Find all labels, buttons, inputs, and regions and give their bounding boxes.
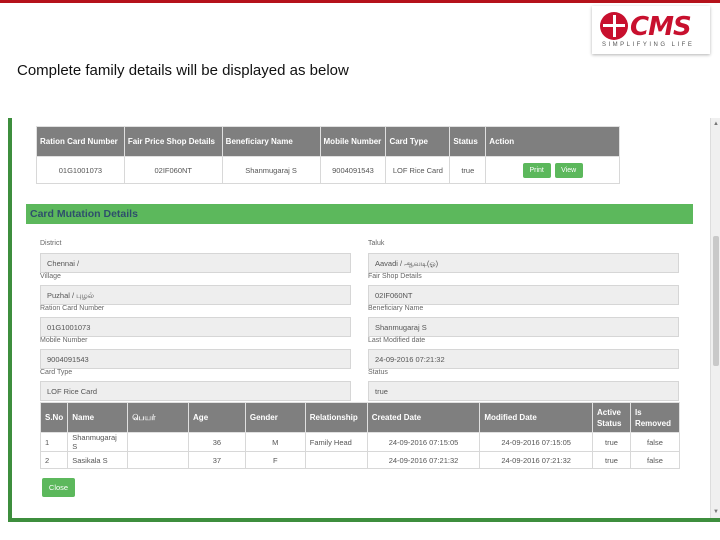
col-fair-price-shop: Fair Price Shop Details [123,126,223,157]
col-action: Action [485,126,620,157]
cell-mobile-number: 9004091543 [319,156,387,184]
col-beneficiary-name: Beneficiary Name [221,126,321,157]
cell-name: Sasikala S [67,451,129,469]
cell-modified-date: 24-09-2016 07:21:32 [479,451,593,469]
col-mobile-number: Mobile Number [319,126,387,157]
cell-name-tamil [127,432,190,452]
cms-logo: CMS SIMPLIFYING LIFE [592,6,710,54]
fair-shop-label: Fair Shop Details [368,273,422,280]
cell-action: Print View [485,156,620,184]
frame-bottom-border [8,518,720,522]
village-label: Village [40,273,61,280]
col-age: Age [188,402,246,433]
cms-logo-tagline: SIMPLIFYING LIFE [602,42,695,48]
cell-name-tamil [127,451,190,469]
col-relationship: Relationship [304,402,368,433]
scroll-up-icon[interactable]: ▲ [712,120,720,128]
cell-created-date: 24-09-2016 07:15:05 [366,432,481,452]
slide-caption: Complete family details will be displaye… [17,62,349,79]
mobile-label: Mobile Number [40,337,88,344]
cell-is-removed: false [629,451,681,469]
col-name-tamil: பெயர் [127,402,190,433]
col-status: Status [449,126,487,157]
cell-fair-price-shop: 02IF060NT [123,156,223,184]
table-row: 2 Sasikala S 37 F 24-09-2016 07:21:32 24… [39,451,681,469]
ration-card-label: Ration Card Number [40,305,105,312]
cell-gender: M [244,432,306,452]
cell-active-status: true [591,451,631,469]
district-field[interactable]: Chennai / [40,253,351,273]
cell-age: 37 [188,451,246,469]
cell-relationship [304,451,368,469]
cms-logo-mark-icon [600,12,628,40]
cell-age: 36 [188,432,246,452]
scrollbar-thumb[interactable] [713,236,719,366]
col-created-date: Created Date [366,402,481,433]
cell-card-type: LOF Rice Card [385,156,451,184]
fair-shop-field[interactable]: 02IF060NT [368,285,679,305]
cell-sno: 2 [39,451,69,469]
table-row: 01G1001073 02IF060NT Shanmugaraj S 90040… [36,156,620,184]
col-name: Name [67,402,129,433]
cell-is-removed: false [629,432,681,452]
card-search-table: Ration Card Number Fair Price Shop Detai… [36,126,620,184]
close-button[interactable]: Close [42,478,75,497]
col-active-status: Active Status [591,402,631,433]
taluk-field[interactable]: Aavadi / ஆவடி(ஓ) [368,253,679,273]
mobile-field[interactable]: 9004091543 [40,349,351,369]
cell-name: Shanmugaraj S [67,432,129,452]
cell-relationship: Family Head [304,432,368,452]
slide-header: Complete family details will be displaye… [0,0,720,118]
cell-gender: F [244,451,306,469]
section-title-card-mutation: Card Mutation Details [26,204,693,224]
vertical-scrollbar[interactable]: ▲ ▼ [710,118,720,518]
cell-created-date: 24-09-2016 07:21:32 [366,451,481,469]
status-label: Status [368,369,388,376]
top-band [0,0,720,3]
cell-beneficiary-name: Shanmugaraj S [221,156,321,184]
family-members-table: S.No Name பெயர் Age Gender Relationship … [39,402,681,469]
cell-ration-card-number: 01G1001073 [36,156,125,184]
table-row: 1 Shanmugaraj S 36 M Family Head 24-09-2… [39,432,681,452]
app-frame: Ration Card Number Fair Price Shop Detai… [8,118,720,518]
last-modified-field[interactable]: 24-09-2016 07:21:32 [368,349,679,369]
cell-modified-date: 24-09-2016 07:15:05 [479,432,593,452]
col-gender: Gender [244,402,306,433]
village-field[interactable]: Puzhal / புழல் [40,285,351,305]
district-label: District [40,240,62,247]
card-type-field[interactable]: LOF Rice Card [40,381,351,401]
cell-status: true [449,156,487,184]
ration-card-field[interactable]: 01G1001073 [40,317,351,337]
col-card-type: Card Type [385,126,451,157]
taluk-label: Taluk [368,240,385,247]
cell-sno: 1 [39,432,69,452]
scroll-down-icon[interactable]: ▼ [712,508,720,516]
cell-active-status: true [591,432,631,452]
col-is-removed: Is Removed [629,402,681,433]
col-ration-card-number: Ration Card Number [36,126,125,157]
col-modified-date: Modified Date [479,402,593,433]
cms-logo-text: CMS [630,12,692,42]
col-sno: S.No [39,402,69,433]
last-modified-label: Last Modified date [368,337,426,344]
view-button[interactable]: View [554,162,583,178]
status-field[interactable]: true [368,381,679,401]
card-type-label: Card Type [40,369,73,376]
beneficiary-label: Beneficiary Name [368,305,424,312]
print-button[interactable]: Print [522,162,551,178]
beneficiary-field[interactable]: Shanmugaraj S [368,317,679,337]
